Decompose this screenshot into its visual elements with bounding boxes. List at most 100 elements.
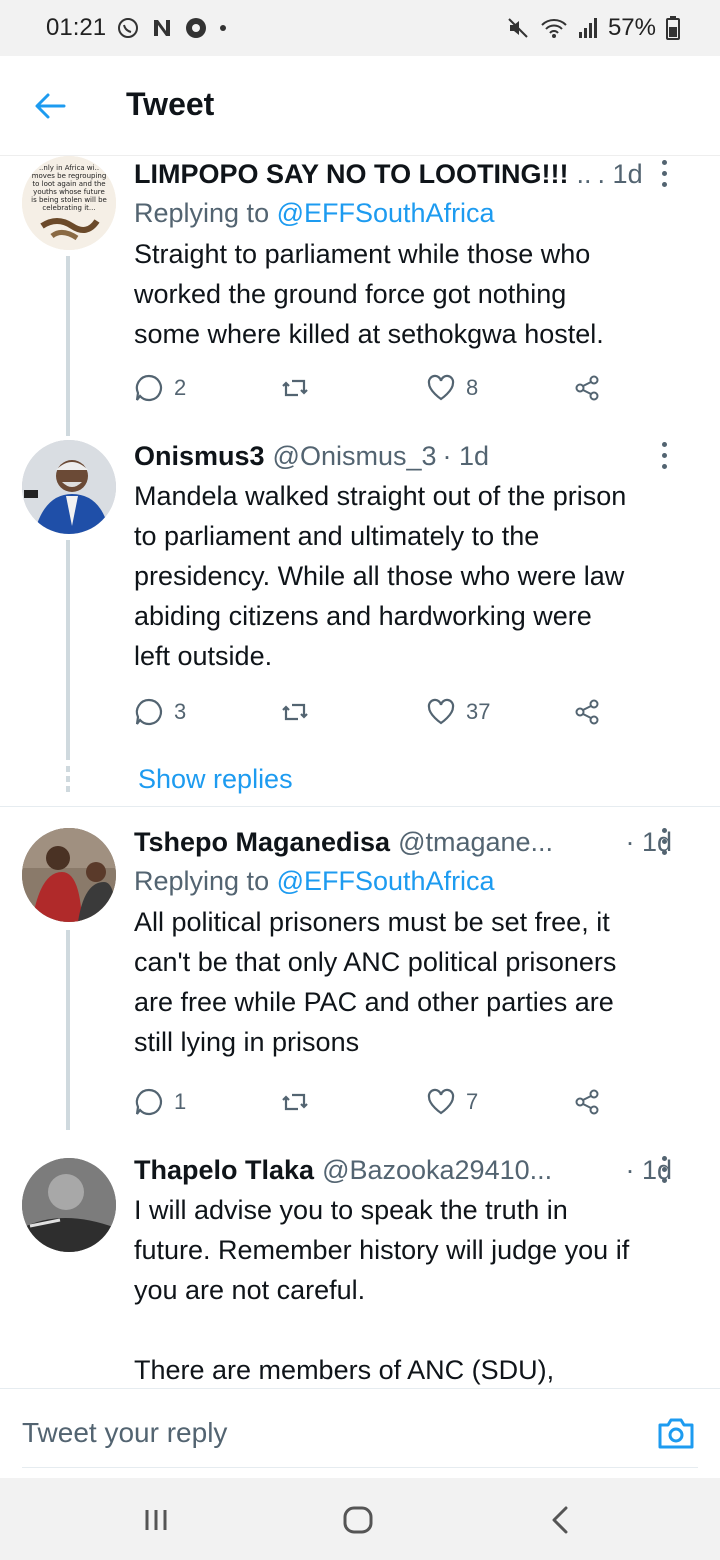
heart-icon (427, 1088, 455, 1115)
more-options-icon[interactable] (662, 828, 670, 856)
svg-text:to loot again and the: to loot again and the (32, 180, 105, 188)
page-title: Tweet (126, 86, 215, 122)
svg-text:is being stolen will be: is being stolen will be (31, 196, 107, 204)
more-options-icon[interactable] (662, 1156, 670, 1184)
retweet-button[interactable] (280, 370, 310, 406)
replying-to: Replying to @EFFSouthAfrica (134, 198, 700, 232)
author-name[interactable]: Onismus3 (134, 441, 265, 472)
clock: 01:21 (46, 14, 107, 41)
like-count: 7 (466, 1089, 479, 1114)
thread-dots (66, 766, 70, 772)
n-icon (150, 16, 174, 40)
avatar[interactable]: ..nly in Africa wi.. moves be regrouping… (22, 156, 116, 250)
mute-icon (506, 16, 530, 40)
reply-icon (135, 1088, 163, 1116)
share-button[interactable] (572, 1084, 602, 1120)
recents-icon[interactable] (138, 1502, 174, 1538)
author-name[interactable]: Tshepo Maganedisa (134, 827, 390, 858)
reply-icon (135, 374, 163, 402)
thread-dots (66, 776, 70, 782)
reply-count: 2 (174, 375, 187, 400)
tweet-item[interactable]: ..nly in Africa wi.. moves be regrouping… (0, 156, 720, 436)
tweet-item[interactable]: Tshepo Maganedisa @tmagane... · 1d Reply… (0, 824, 720, 1130)
heart-icon (427, 698, 455, 725)
avatar[interactable] (22, 1158, 116, 1252)
heart-icon (427, 374, 455, 401)
notification-dot-icon (218, 23, 228, 33)
battery-percent: 57% (607, 14, 656, 41)
tweet-text: Mandela walked straight out of the priso… (134, 481, 627, 671)
share-icon (575, 699, 599, 725)
signal-icon (578, 16, 598, 40)
retweet-icon (282, 1093, 308, 1111)
like-button[interactable]: 7 (426, 1084, 478, 1120)
reply-underline (22, 1467, 698, 1468)
like-button[interactable]: 37 (426, 694, 490, 730)
svg-text:celebrating it...: celebrating it... (42, 204, 95, 212)
back-arrow-icon[interactable] (32, 88, 68, 124)
reply-button[interactable]: 3 (134, 694, 186, 730)
tweet-header: Onismus3 @Onismus_3 · 1d (134, 438, 700, 474)
reply-input[interactable]: Tweet your reply (22, 1417, 227, 1449)
wifi-icon (540, 16, 568, 40)
svg-text:youths whose future: youths whose future (33, 188, 105, 196)
tweet-text: Straight to parliament while those who w… (134, 239, 604, 349)
whatsapp-icon (116, 16, 140, 40)
more-options-icon[interactable] (662, 442, 670, 470)
retweet-icon (282, 703, 308, 721)
reply-count: 1 (174, 1089, 187, 1114)
avatar[interactable] (22, 440, 116, 534)
author-handle: .. (576, 158, 592, 189)
app-bar: Tweet (0, 56, 720, 156)
tweet-item[interactable]: Onismus3 @Onismus_3 · 1d Mandela walked … (0, 438, 720, 808)
replying-to: Replying to @EFFSouthAfrica (134, 866, 700, 900)
thread-dots (66, 786, 70, 792)
retweet-button[interactable] (280, 1084, 310, 1120)
retweet-button[interactable] (280, 694, 310, 730)
share-button[interactable] (572, 370, 602, 406)
author-handle: @tmagane... (398, 826, 554, 857)
like-count: 8 (466, 375, 479, 400)
tweet-header: Tshepo Maganedisa @tmagane... · 1d (134, 824, 700, 860)
author-name[interactable]: LIMPOPO SAY NO TO LOOTING!!! (134, 159, 569, 190)
like-count: 37 (466, 699, 491, 724)
reply-button[interactable]: 2 (134, 370, 186, 406)
thread-line (66, 256, 70, 436)
thread-line (66, 930, 70, 1130)
avatar[interactable] (22, 828, 116, 922)
replying-to-prefix: Replying to (134, 866, 277, 896)
tweet-actions: 3 37 (134, 694, 614, 730)
replying-to-link[interactable]: @EFFSouthAfrica (277, 198, 495, 228)
svg-text:moves be regrouping: moves be regrouping (32, 172, 107, 180)
battery-icon (666, 16, 680, 40)
back-icon[interactable] (544, 1502, 580, 1538)
retweet-icon (282, 379, 308, 397)
tweet-feed[interactable]: ..nly in Africa wi.. moves be regrouping… (0, 156, 720, 1388)
divider (0, 806, 720, 807)
author-handle: @Onismus_3 (272, 440, 437, 471)
reply-bar: Tweet your reply (0, 1388, 720, 1478)
tweet-text: All political prisoners must be set free… (134, 907, 617, 1057)
replying-to-prefix: Replying to (134, 198, 277, 228)
like-button[interactable]: 8 (426, 370, 478, 406)
author-name[interactable]: Thapelo Tlaka (134, 1155, 314, 1186)
reply-button[interactable]: 1 (134, 1084, 186, 1120)
system-nav-bar (0, 1478, 720, 1560)
more-options-icon[interactable] (662, 160, 670, 188)
replying-to-link[interactable]: @EFFSouthAfrica (277, 866, 495, 896)
tweet-header: LIMPOPO SAY NO TO LOOTING!!! .. . 1d (134, 156, 700, 192)
timestamp: . 1d (597, 158, 643, 189)
share-button[interactable] (572, 694, 602, 730)
tweet-item[interactable]: Thapelo Tlaka @Bazooka29410... · 1d I wi… (0, 1152, 720, 1388)
show-replies-link[interactable]: Show replies (138, 764, 293, 795)
tweet-text: I will advise you to speak the truth in … (134, 1195, 630, 1385)
home-icon[interactable] (340, 1502, 376, 1538)
reply-icon (135, 698, 163, 726)
chrome-icon (184, 16, 208, 40)
tweet-actions: 1 7 (134, 1084, 614, 1120)
author-handle: @Bazooka29410... (322, 1154, 553, 1185)
share-icon (575, 375, 599, 401)
camera-icon[interactable] (656, 1413, 696, 1453)
thread-line (66, 540, 70, 760)
timestamp: · 1d (442, 440, 490, 471)
